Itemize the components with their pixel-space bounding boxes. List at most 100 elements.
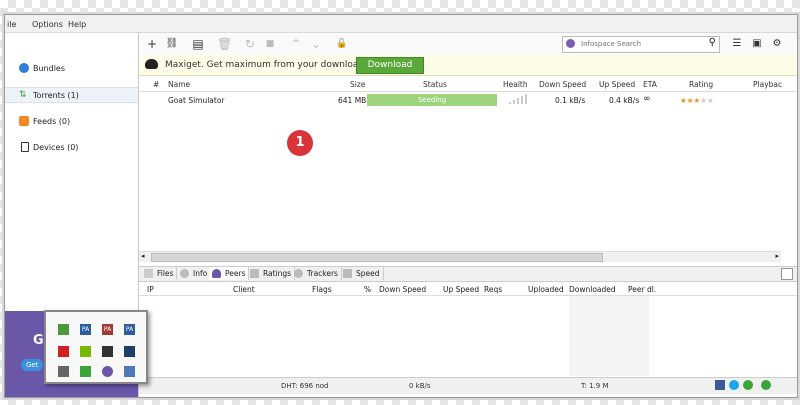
move-down-icon[interactable]: ⌄ [309, 37, 323, 51]
menu-file[interactable]: ile [7, 20, 16, 29]
adobe-icon[interactable] [58, 346, 69, 357]
callout-marker: 1 [287, 130, 313, 156]
tab-trackers[interactable]: Trackers [291, 267, 342, 280]
facebook-icon[interactable] [715, 380, 725, 390]
remote-icon[interactable]: ▣ [750, 37, 764, 51]
torrent-down-speed: 0.1 kB/s [555, 96, 586, 105]
torrent-up-speed: 0.4 kB/s [609, 96, 640, 105]
sidebar-item-bundles[interactable]: Bundles [5, 61, 138, 75]
create-torrent-icon[interactable]: ▤ [191, 37, 205, 51]
torrent-size: 641 MB [338, 96, 367, 105]
tab-speed[interactable]: Speed [340, 267, 384, 280]
col-client[interactable]: Client [233, 285, 255, 294]
col-reqs[interactable]: Reqs [484, 285, 502, 294]
tab-label: Info [193, 269, 208, 278]
scroll-left-icon[interactable]: ◂ [141, 252, 145, 260]
col-up-speed[interactable]: Up Speed [599, 80, 635, 89]
star-icon: ★ [706, 96, 714, 105]
tab-info[interactable]: Info [177, 267, 212, 280]
col-num[interactable]: # [153, 80, 159, 89]
tray-app-icon[interactable] [58, 324, 69, 335]
col-flags[interactable]: Flags [312, 285, 332, 294]
col-rating[interactable]: Rating [689, 80, 713, 89]
device-icon [21, 142, 29, 152]
add-url-icon[interactable]: ⛓ [165, 37, 179, 51]
tray-icons-popup: PA PA PA [44, 310, 148, 384]
col-name[interactable]: Name [168, 80, 190, 89]
ad-get-button[interactable]: Get [21, 359, 44, 371]
unlock-icon[interactable]: 🔓 [335, 37, 349, 51]
files-icon [144, 269, 153, 278]
sidebar-item-label: Devices (0) [33, 143, 79, 152]
col-uploaded[interactable]: Uploaded [528, 285, 564, 294]
total-status: T: 1.9 M [581, 382, 609, 390]
col-health[interactable]: Health [503, 80, 528, 89]
settings-icon[interactable]: ⚙ [770, 37, 784, 51]
sidebar-item-label: Torrents (1) [33, 91, 79, 100]
tab-label: Trackers [307, 269, 338, 278]
collapse-icon[interactable] [781, 268, 793, 280]
move-up-icon[interactable]: ⌃ [289, 37, 303, 51]
menu-help[interactable]: Help [68, 20, 86, 29]
health-bars-icon [509, 93, 527, 106]
twitter-icon[interactable] [729, 380, 739, 390]
col-downloaded[interactable]: Downloaded [569, 285, 616, 294]
tray-app-icon[interactable] [124, 346, 135, 357]
tab-files[interactable]: Files [141, 267, 178, 280]
col-down-speed[interactable]: Down Speed [539, 80, 586, 89]
search-input[interactable] [581, 38, 699, 49]
remove-icon[interactable]: 🗑 [217, 37, 232, 51]
col-peer-up-speed[interactable]: Up Speed [443, 285, 479, 294]
sidebar-item-feeds[interactable]: Feeds (0) [5, 114, 138, 128]
col-percent[interactable]: % [364, 285, 371, 294]
utorrent-tray-icon[interactable] [80, 366, 91, 377]
horizontal-scrollbar[interactable]: ◂ ▸ [139, 251, 781, 262]
peers-icon [212, 269, 221, 278]
stop-icon[interactable]: ■ [263, 37, 277, 51]
search-box[interactable]: ⚲ [562, 36, 720, 53]
col-size[interactable]: Size [350, 80, 365, 89]
down-rate-status: 0 kB/s [409, 382, 431, 390]
network-ok-icon[interactable] [743, 380, 753, 390]
speed-icon [343, 269, 352, 278]
tab-label: Ratings [263, 269, 292, 278]
col-peer-dl[interactable]: Peer dl. [628, 285, 656, 294]
tray-app-icon[interactable] [124, 366, 135, 377]
refresh-icon[interactable]: ↻ [243, 37, 257, 51]
col-eta[interactable]: ETA [643, 80, 657, 89]
col-status[interactable]: Status [423, 80, 447, 89]
tab-ratings[interactable]: Ratings [247, 267, 296, 280]
col-playback[interactable]: Playbac [753, 80, 782, 89]
sidebar-item-label: Bundles [33, 64, 66, 73]
col-peer-down-speed[interactable]: Down Speed [379, 285, 426, 294]
menu-options[interactable]: Options [32, 20, 63, 29]
tray-app-icon[interactable]: PA [124, 324, 135, 335]
add-torrent-icon[interactable]: + [145, 37, 159, 51]
star-icon: ★ [700, 96, 707, 105]
status-progress-bar: Seeding [367, 94, 497, 106]
tray-app-icon[interactable] [58, 366, 69, 377]
nvidia-icon[interactable] [80, 346, 91, 357]
tab-peers[interactable]: Peers [209, 267, 250, 280]
trackers-icon [294, 269, 303, 278]
tray-app-icon[interactable] [102, 366, 113, 377]
detail-tabs: Files Info Peers Ratings Trackers Speed [139, 266, 797, 282]
ratings-icon [250, 269, 259, 278]
sidebar-item-torrents[interactable]: ⇅ Torrents (1) [5, 87, 138, 103]
infospace-icon [566, 39, 575, 48]
torrent-table-header: # Name Size Status Health Down Speed Up … [139, 77, 797, 92]
search-icon[interactable]: ⚲ [709, 37, 716, 48]
list-view-icon[interactable]: ☰ [730, 37, 744, 51]
torrent-eta: ∞ [643, 94, 651, 104]
rating-stars[interactable]: ★★★★★ [680, 96, 714, 105]
scroll-right-icon[interactable]: ▸ [775, 252, 779, 260]
tray-app-icon[interactable]: PA [102, 324, 113, 335]
tray-app-icon[interactable]: PA [80, 324, 91, 335]
col-ip[interactable]: IP [147, 285, 154, 294]
tray-app-icon[interactable] [102, 346, 113, 357]
promo-download-button[interactable]: Download [356, 57, 424, 74]
sidebar-item-devices[interactable]: Devices (0) [5, 140, 138, 154]
scrollbar-thumb[interactable] [151, 253, 603, 262]
table-row[interactable]: Goat Simulator 641 MB Seeding 0.1 kB/s 0… [139, 93, 797, 107]
cloud-icon [145, 59, 158, 69]
